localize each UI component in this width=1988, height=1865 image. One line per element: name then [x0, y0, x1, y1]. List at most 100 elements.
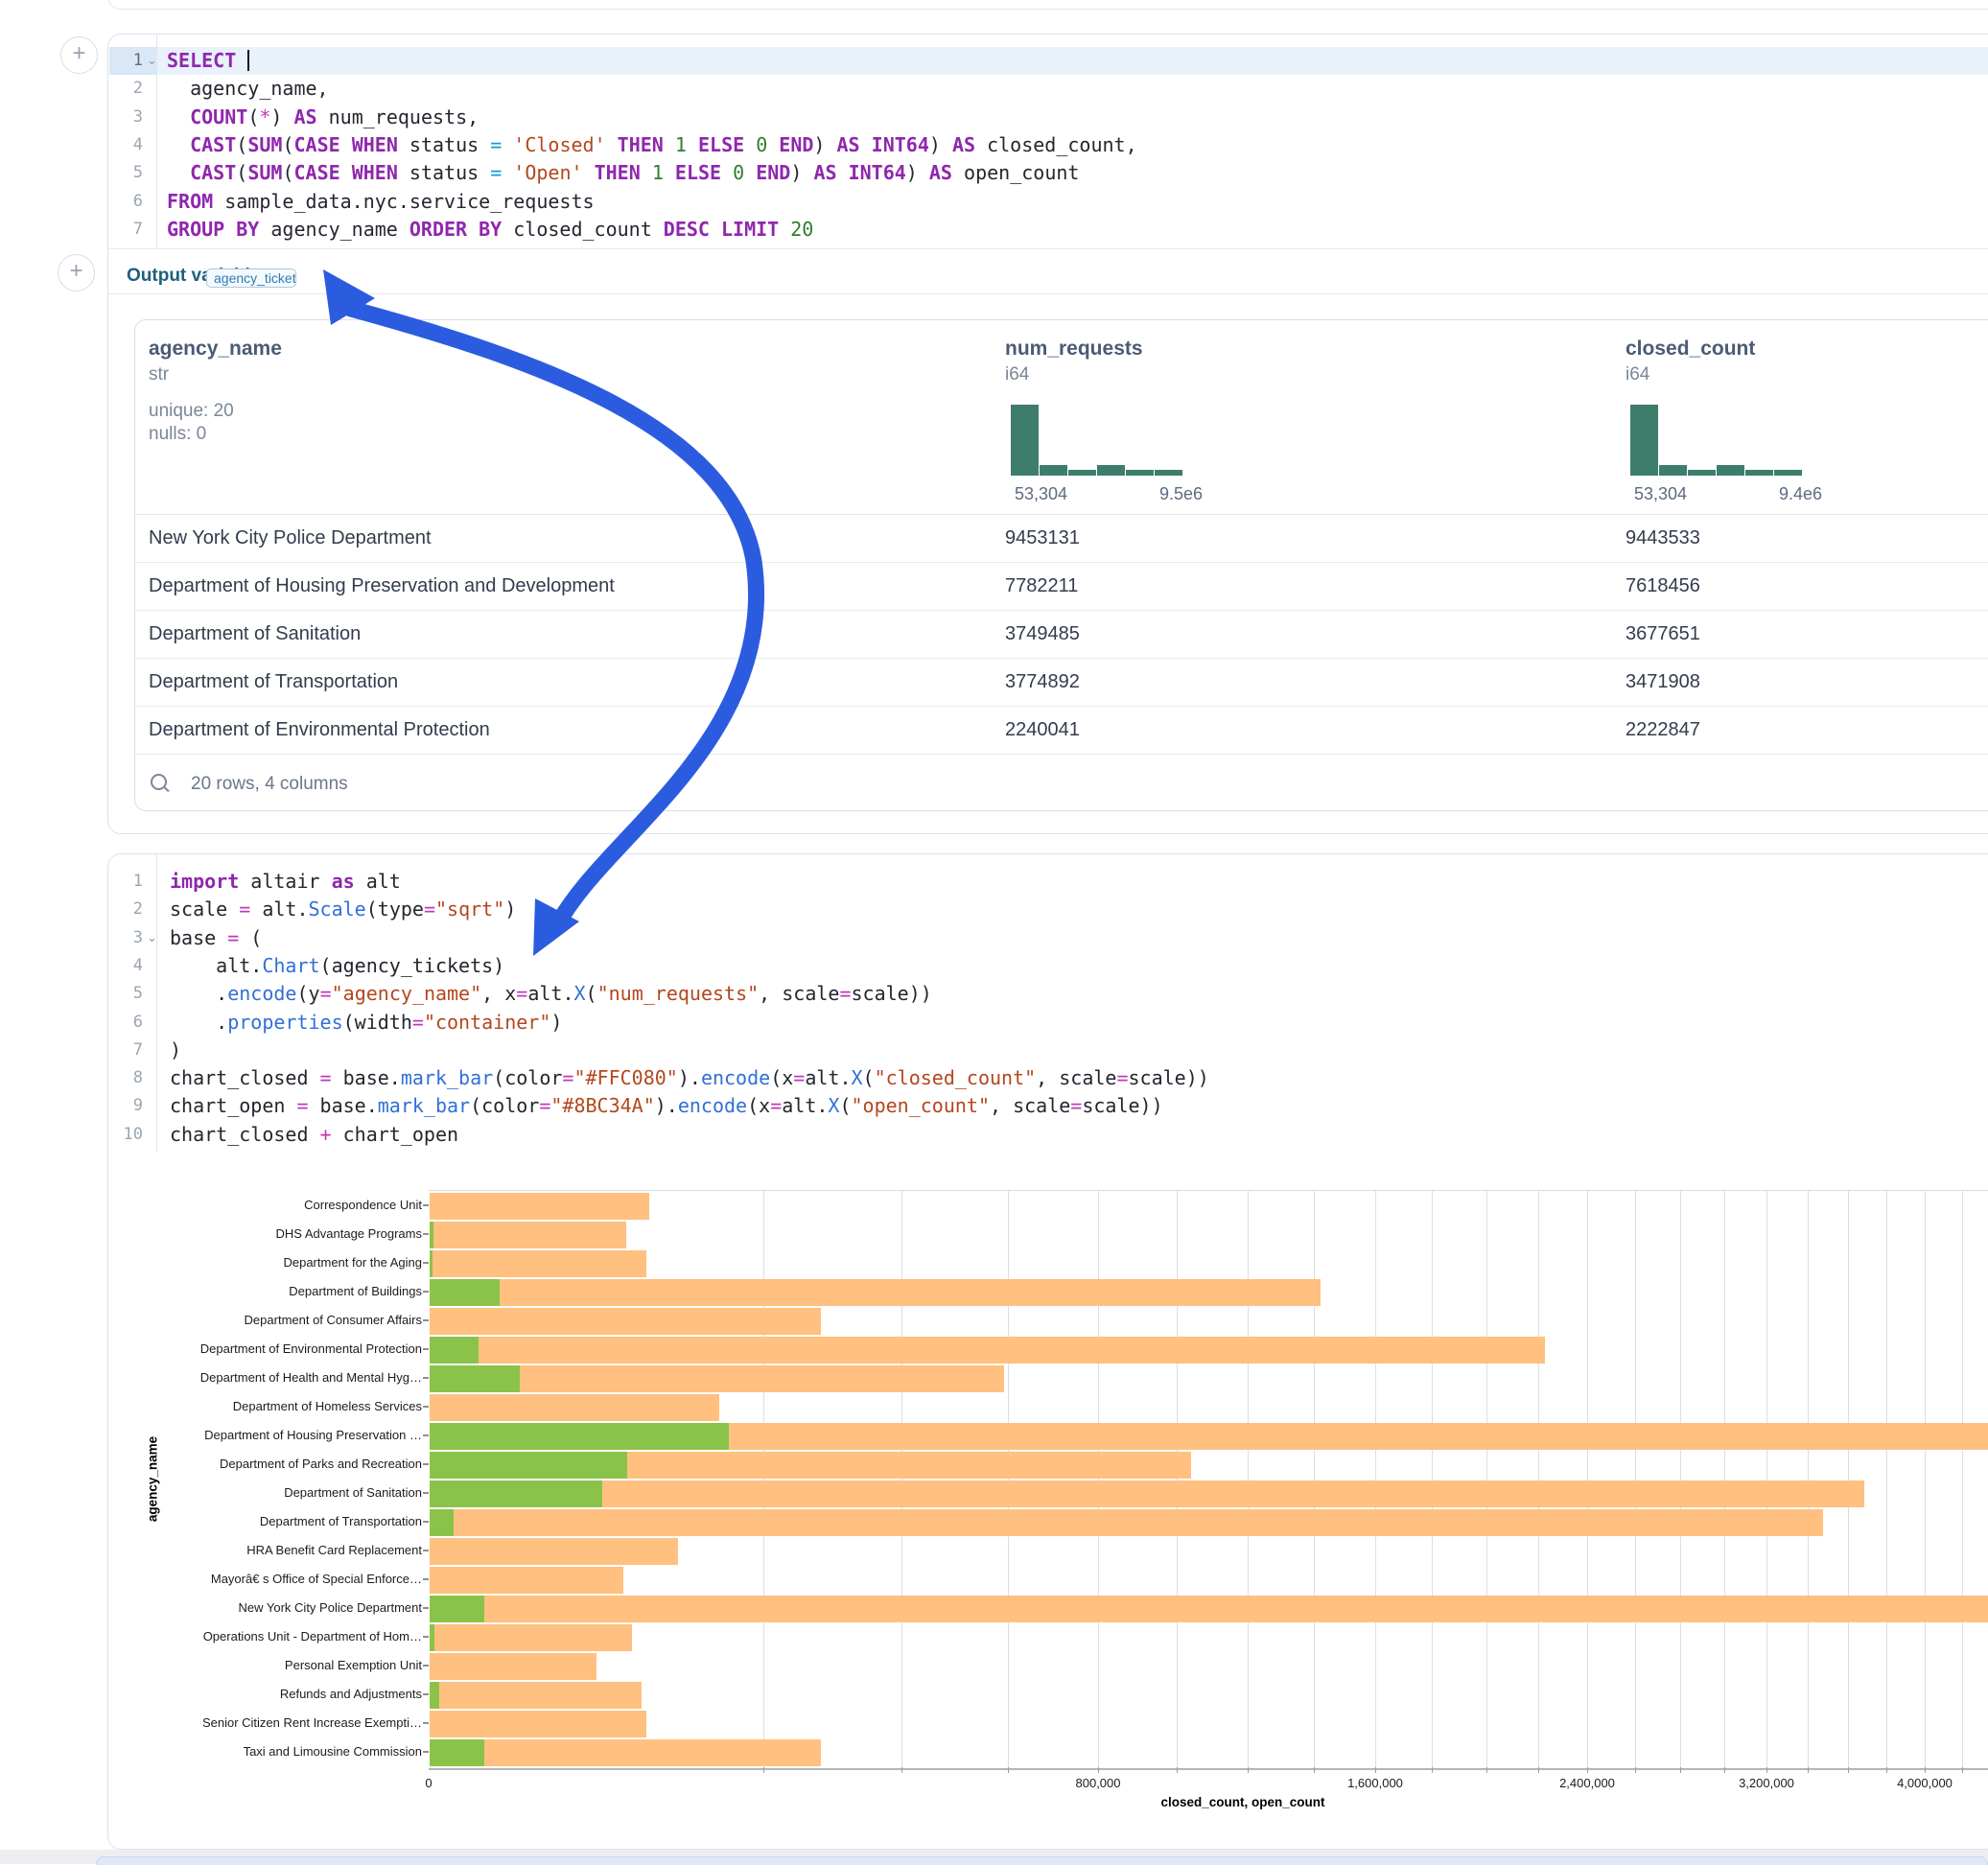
- chart-bar-open_count: [430, 1480, 602, 1507]
- table-row: New York City Police Department 9453131 94…: [135, 514, 1988, 563]
- output-variable-pill[interactable]: agency_tickets: [206, 268, 296, 288]
- hist-bar: [1126, 470, 1154, 476]
- hist-bar: [1155, 470, 1182, 476]
- y-axis-label: Refunds and Adjustments: [108, 1686, 422, 1703]
- gridline: [901, 1191, 902, 1768]
- line-number: 3: [108, 104, 143, 131]
- code-line[interactable]: ): [170, 1037, 181, 1064]
- table-cell: Department of Transportation: [149, 658, 398, 706]
- chart-bar-closed_count: [430, 1538, 678, 1565]
- y-axis-label: Department of Sanitation: [108, 1484, 422, 1502]
- code-line[interactable]: import altair as alt: [170, 868, 401, 896]
- row-count-text: 20 rows, 4 columns: [191, 773, 348, 796]
- search-icon[interactable]: [151, 774, 167, 790]
- x-tick: [901, 1767, 902, 1773]
- chart-bar-closed_count: [430, 1596, 1988, 1622]
- chart-bar-open_count: [430, 1624, 434, 1651]
- line-number: 9: [108, 1092, 143, 1120]
- chart-bar-closed_count: [430, 1480, 1864, 1507]
- hist-bar: [1068, 470, 1096, 476]
- code-line[interactable]: chart_open = base.mark_bar(color="#8BC34…: [170, 1092, 1163, 1120]
- x-tick-label: 2,400,000: [1520, 1775, 1654, 1792]
- code-line[interactable]: chart_closed = base.mark_bar(color="#FFC…: [170, 1064, 1209, 1092]
- line-number: 2: [108, 75, 143, 103]
- x-tick: [1375, 1767, 1376, 1773]
- gridline: [763, 1191, 764, 1768]
- code-line[interactable]: base = (: [170, 924, 262, 952]
- chart-bar-closed_count: [430, 1739, 821, 1766]
- dataframe-preview: agency_name str unique: 20 nulls: 0 num_…: [134, 319, 1988, 811]
- table-cell: 9453131: [1005, 514, 1080, 562]
- code-line[interactable]: GROUP BY agency_name ORDER BY closed_cou…: [167, 216, 813, 244]
- gridline: [1724, 1191, 1725, 1768]
- x-tick: [1680, 1767, 1681, 1773]
- y-axis-label: HRA Benefit Card Replacement: [108, 1542, 422, 1559]
- y-axis-label: Personal Exemption Unit: [108, 1657, 422, 1674]
- code-line[interactable]: alt.Chart(agency_tickets): [170, 952, 504, 980]
- chart-bar-closed_count: [430, 1308, 821, 1335]
- gridline: [1587, 1191, 1588, 1768]
- code-line[interactable]: scale = alt.Scale(type="sqrt"): [170, 896, 516, 923]
- table-cell: 7782211: [1005, 562, 1078, 610]
- line-number: 6: [108, 188, 143, 216]
- line-number: 1: [108, 47, 143, 75]
- chart-bar-open_count: [430, 1509, 454, 1536]
- code-line[interactable]: SELECT: [167, 47, 249, 75]
- y-axis-label: Department of Parks and Recreation: [108, 1456, 422, 1473]
- line-number: 2: [108, 896, 143, 923]
- y-axis-label: DHS Advantage Programs: [108, 1225, 422, 1243]
- x-tick: [1635, 1767, 1636, 1773]
- code-line[interactable]: agency_name,: [167, 75, 329, 103]
- y-axis-label: New York City Police Department: [108, 1599, 422, 1617]
- y-axis-label: Taxi and Limousine Commission: [108, 1743, 422, 1760]
- gridline: [1635, 1191, 1636, 1768]
- gridline: [1098, 1191, 1099, 1768]
- x-tick: [1432, 1767, 1433, 1773]
- x-tick-label: 800,000: [1031, 1775, 1165, 1792]
- chart-bar-open_count: [430, 1365, 520, 1392]
- code-line[interactable]: chart_closed + chart_open: [170, 1121, 458, 1149]
- active-line-highlight: [109, 47, 1988, 75]
- table-cell: 3471908: [1625, 658, 1700, 706]
- code-line[interactable]: .encode(y="agency_name", x=alt.X("num_re…: [170, 980, 932, 1008]
- table-cell: Department of Housing Preservation and D…: [149, 562, 615, 610]
- collapse-chevron-icon[interactable]: ⌄: [147, 930, 157, 945]
- column-header[interactable]: agency_name: [149, 338, 282, 361]
- plot-area: [429, 1190, 1988, 1770]
- hist-bar: [1630, 405, 1658, 476]
- code-line[interactable]: CAST(SUM(CASE WHEN status = 'Open' THEN …: [167, 159, 1079, 187]
- gridline: [1808, 1191, 1809, 1768]
- code-line[interactable]: FROM sample_data.nyc.service_requests: [167, 188, 595, 216]
- line-number: 4: [108, 131, 143, 159]
- x-tick: [1925, 1767, 1926, 1773]
- gridline: [1177, 1191, 1178, 1768]
- line-number: 1: [108, 868, 143, 896]
- table-footer: 20 rows, 4 columns: [135, 754, 1988, 811]
- gridline: [1375, 1191, 1376, 1768]
- code-line[interactable]: CAST(SUM(CASE WHEN status = 'Closed' THE…: [167, 131, 1137, 159]
- x-axis-title: closed_count, open_count: [1051, 1795, 1435, 1809]
- hist-bar: [1097, 465, 1125, 476]
- column-header[interactable]: num_requests: [1005, 338, 1143, 361]
- x-tick: [1538, 1767, 1539, 1773]
- x-tick: [1008, 1767, 1009, 1773]
- code-line[interactable]: COUNT(*) AS num_requests,: [167, 104, 479, 131]
- y-axis-label: Department of Transportation: [108, 1513, 422, 1530]
- chart-bar-open_count: [430, 1596, 484, 1622]
- x-tick: [1808, 1767, 1809, 1773]
- line-number: 3: [108, 924, 143, 952]
- y-axis-label: Department for the Aging: [108, 1254, 422, 1271]
- add-cell-button-mid[interactable]: +: [58, 254, 95, 291]
- y-axis-label: Department of Housing Preservation …: [108, 1427, 422, 1444]
- table-cell: 9443533: [1625, 514, 1700, 562]
- line-number: 10: [108, 1121, 143, 1149]
- gridline: [1766, 1191, 1767, 1768]
- column-header[interactable]: closed_count: [1625, 338, 1755, 361]
- table-cell: New York City Police Department: [149, 514, 432, 562]
- collapse-chevron-icon[interactable]: ⌄: [147, 53, 157, 68]
- python-cell: 1 import altair as alt 2 scale = alt.Scale(…: [107, 853, 1988, 1850]
- y-axis-label: Department of Environmental Protection: [108, 1340, 422, 1358]
- gridline: [1886, 1191, 1887, 1768]
- add-cell-button-top[interactable]: +: [60, 36, 98, 74]
- code-line[interactable]: .properties(width="container"): [170, 1009, 562, 1037]
